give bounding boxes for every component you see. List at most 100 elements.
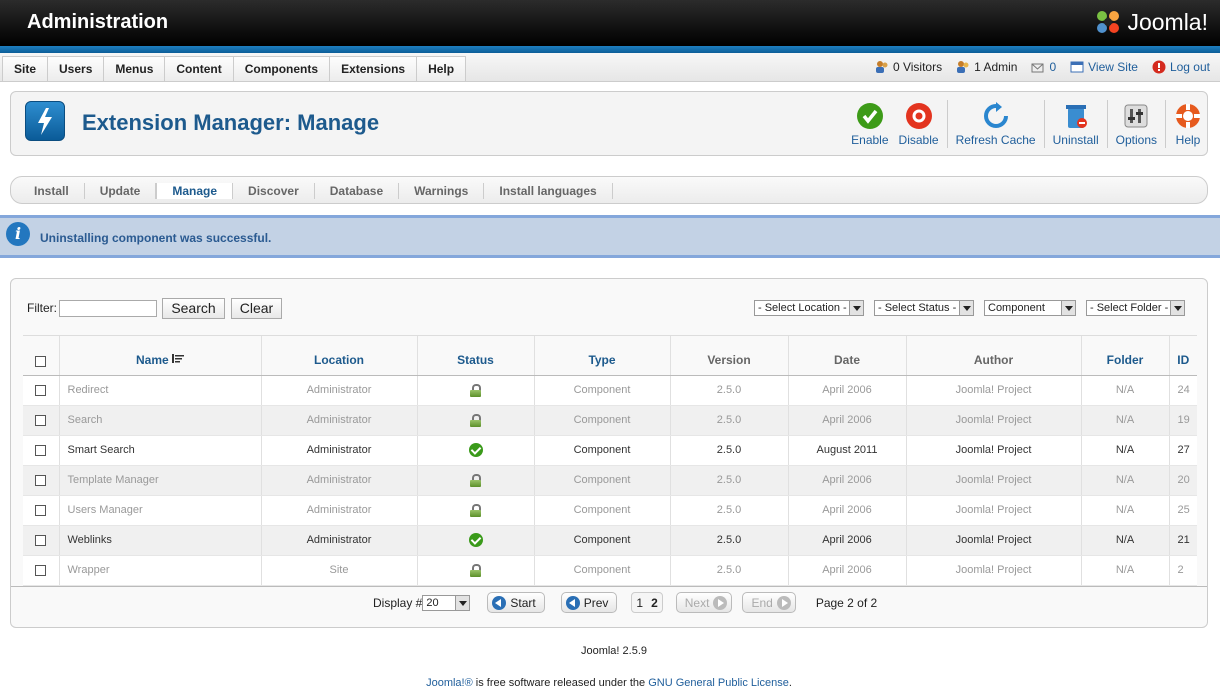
admins-status: 1 Admin — [956, 60, 1017, 74]
column-type[interactable]: Type — [533, 336, 670, 376]
cell-status — [416, 375, 534, 406]
uninstall-button[interactable]: Uninstall — [1048, 96, 1104, 152]
search-button[interactable]: Search — [162, 298, 225, 319]
table-row[interactable]: Smart Search Administrator Component 2.5.0 A… — [23, 435, 1197, 466]
menu-components[interactable]: Components — [233, 56, 331, 82]
enabled-check-icon[interactable] — [468, 443, 483, 457]
cell-status — [416, 495, 534, 526]
footer-version: Joomla! 2.5.9 — [580, 645, 648, 657]
cell-type: Component — [533, 555, 670, 586]
folder-select[interactable]: - Select Folder - — [1086, 300, 1185, 316]
cell-folder: N/A — [1080, 435, 1169, 466]
table-row[interactable]: Template Manager Administrator Component 2.… — [23, 465, 1197, 496]
row-checkbox[interactable] — [35, 444, 47, 456]
row-checkbox[interactable] — [35, 504, 47, 516]
column-location[interactable]: Location — [260, 336, 417, 376]
type-select[interactable]: Component — [984, 300, 1076, 316]
select-all-checkbox[interactable] — [35, 355, 47, 367]
cell-id: 21 — [1168, 525, 1197, 556]
help-button[interactable]: Help — [1169, 96, 1207, 152]
column-name[interactable]: Name — [58, 336, 261, 376]
gnu-license-link[interactable]: GNU General Public License — [648, 677, 789, 689]
cell-name: Users Manager — [58, 495, 261, 526]
joomla-link[interactable]: Joomla!® — [426, 677, 473, 689]
options-button[interactable]: Options — [1111, 96, 1162, 152]
status-select[interactable]: - Select Status - — [874, 300, 974, 316]
start-button[interactable]: Start — [487, 592, 545, 613]
prev-button[interactable]: Prev — [560, 592, 618, 613]
tab-discover[interactable]: Discover — [233, 183, 315, 199]
menu-help[interactable]: Help — [417, 56, 467, 82]
options-label: Options — [1115, 133, 1157, 147]
tab-update[interactable]: Update — [85, 183, 157, 199]
column-author: Author — [905, 336, 1081, 376]
menu-content[interactable]: Content — [165, 56, 234, 82]
cell-status — [416, 555, 534, 586]
tab-manage[interactable]: Manage — [156, 183, 234, 199]
extension-manager-icon — [25, 101, 65, 141]
cell-version: 2.5.0 — [669, 375, 788, 406]
tab-install[interactable]: Install — [19, 183, 85, 199]
refresh-cache-button[interactable]: Refresh Cache — [951, 96, 1041, 152]
table-row[interactable]: Users Manager Administrator Component 2.5.0… — [23, 495, 1197, 526]
row-checkbox[interactable] — [35, 564, 47, 576]
cell-date: August 2011 — [787, 435, 906, 466]
type-select-value: Component — [988, 302, 1045, 314]
cell-name: Redirect — [58, 375, 261, 406]
cell-id: 20 — [1168, 465, 1197, 496]
license-text: is free software released under the — [472, 677, 649, 689]
table-row[interactable]: Redirect Administrator Component 2.5.0 April… — [23, 375, 1197, 406]
location-select[interactable]: - Select Location - — [754, 300, 864, 316]
cell-name: Template Manager — [58, 465, 261, 496]
cell-author: Joomla! Project — [905, 435, 1081, 466]
display-select[interactable]: 20 — [422, 594, 471, 611]
row-checkbox[interactable] — [35, 414, 47, 426]
next-button[interactable]: Next — [675, 592, 733, 613]
row-checkbox[interactable] — [35, 474, 47, 486]
table-row[interactable]: Wrapper Site Component 2.5.0 April 2006 Jooml… — [23, 555, 1197, 586]
cell-select — [23, 555, 59, 586]
enable-button[interactable]: Enable — [846, 96, 893, 152]
column-folder[interactable]: Folder — [1080, 336, 1169, 376]
logout-link[interactable]: Log out — [1152, 60, 1210, 74]
menu-users[interactable]: Users — [48, 56, 105, 82]
row-checkbox[interactable] — [35, 384, 47, 396]
toolbar-divider — [1165, 100, 1166, 148]
toolbar-divider — [1043, 100, 1045, 148]
page-current-2: 2 — [651, 595, 658, 610]
lock-icon — [470, 563, 481, 577]
filter-input[interactable] — [59, 300, 157, 317]
table-row[interactable]: Weblinks Administrator Component 2.5.0 April… — [23, 525, 1197, 556]
column-status[interactable]: Status — [416, 336, 534, 376]
cell-version: 2.5.0 — [669, 525, 788, 556]
status-select-value: - Select Status - — [878, 302, 957, 314]
license-end: . — [788, 677, 792, 689]
cell-status — [416, 525, 534, 556]
menu-menus[interactable]: Menus — [104, 56, 166, 82]
select-all-header — [23, 336, 59, 376]
extensions-table: Name Location Status Type Version Date A… — [23, 335, 1197, 586]
disable-button[interactable]: Disable — [894, 96, 944, 152]
table-row[interactable]: Search Administrator Component 2.5.0 April 2… — [23, 405, 1197, 436]
cell-id: 24 — [1168, 375, 1197, 406]
sort-icon — [172, 354, 185, 364]
view-site-link[interactable]: View Site — [1070, 60, 1138, 74]
menu-site[interactable]: Site — [2, 56, 49, 82]
tab-database[interactable]: Database — [315, 183, 400, 199]
toolbar-divider — [1106, 100, 1108, 148]
clear-button[interactable]: Clear — [231, 298, 282, 319]
cell-type: Component — [533, 435, 670, 466]
row-checkbox[interactable] — [35, 534, 47, 546]
next-label: Next — [684, 595, 710, 610]
cell-date: April 2006 — [787, 525, 906, 556]
menu-extensions[interactable]: Extensions — [330, 56, 418, 82]
column-id[interactable]: ID — [1168, 336, 1197, 376]
end-button[interactable]: End — [742, 592, 796, 613]
tab-install-languages[interactable]: Install languages — [484, 183, 613, 199]
admin-title: Administration — [27, 11, 169, 33]
messages-count: 0 — [1049, 60, 1057, 74]
enabled-check-icon[interactable] — [468, 533, 483, 547]
page-link-1[interactable]: 1 — [636, 596, 643, 610]
messages-status[interactable]: 0 — [1031, 60, 1056, 74]
tab-warnings[interactable]: Warnings — [399, 183, 485, 199]
